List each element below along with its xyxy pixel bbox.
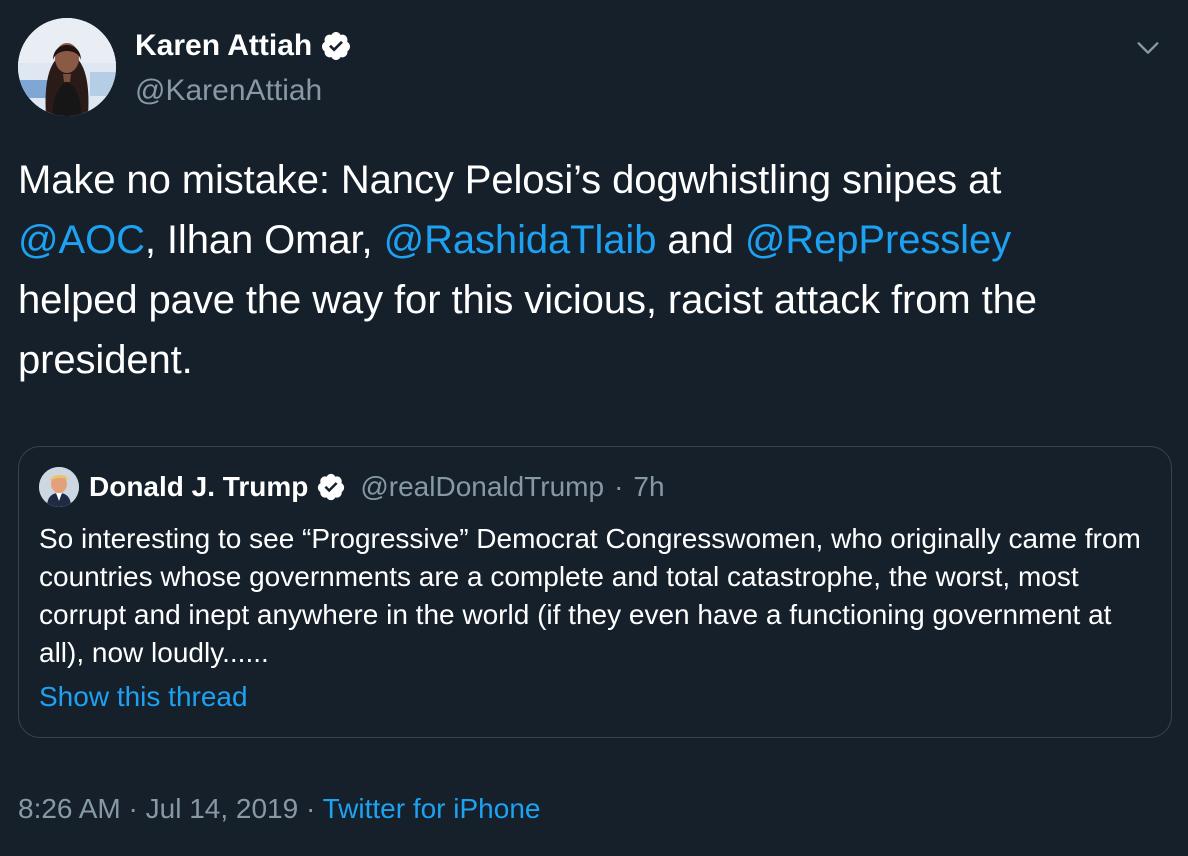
- tweet-time[interactable]: 8:26 AM: [18, 793, 121, 824]
- mention-aoc[interactable]: @AOC: [18, 218, 145, 262]
- meta-separator: ·: [305, 793, 316, 824]
- tweet-source-link[interactable]: Twitter for iPhone: [323, 793, 541, 824]
- meta-separator: ·: [614, 471, 624, 502]
- quoted-tweet-time[interactable]: 7h: [633, 467, 664, 507]
- quoted-tweet-header: Donald J. Trump @realDonaldTrump · 7h: [39, 467, 665, 507]
- tweet-text-segment: and: [656, 218, 745, 262]
- tweet-text-segment: , Ilhan Omar,: [144, 218, 384, 262]
- mention-rashida-tlaib[interactable]: @RashidaTlaib: [384, 218, 657, 262]
- tweet-footer: 8:26 AM · Jul 14, 2019 · Twitter for iPh…: [18, 788, 540, 830]
- chevron-down-icon[interactable]: [1134, 34, 1162, 62]
- verified-badge-icon: [322, 32, 351, 60]
- author-name[interactable]: Karen Attiah: [135, 26, 312, 66]
- quoted-tweet-text: So interesting to see “Progressive” Demo…: [39, 523, 1141, 668]
- tweet-date[interactable]: Jul 14, 2019: [146, 793, 299, 824]
- show-thread-link[interactable]: Show this thread: [39, 677, 248, 717]
- tweet-text-segment: helped pave the way for this vicious, ra…: [18, 278, 1037, 382]
- quoted-author-avatar[interactable]: [39, 467, 79, 507]
- mention-rep-pressley[interactable]: @RepPressley: [745, 218, 1011, 262]
- quoted-author-name[interactable]: Donald J. Trump: [89, 467, 308, 507]
- meta-separator: ·: [128, 793, 138, 824]
- profile-photo-icon: [18, 18, 116, 116]
- quoted-tweet-card[interactable]: Donald J. Trump @realDonaldTrump · 7h So…: [18, 446, 1172, 738]
- verified-badge-icon: [318, 473, 345, 501]
- tweet-text: Make no mistake: Nancy Pelosi’s dogwhist…: [18, 150, 1178, 390]
- quoted-author-handle[interactable]: @realDonaldTrump: [360, 467, 604, 507]
- author-name-row: Karen Attiah: [135, 26, 352, 66]
- tweet-text-segment: Make no mistake: Nancy Pelosi’s dogwhist…: [18, 158, 1002, 202]
- profile-photo-icon: [39, 467, 79, 507]
- tweet-header: Karen Attiah @KarenAttiah: [18, 18, 1170, 118]
- author-avatar[interactable]: [18, 18, 116, 116]
- author-handle[interactable]: @KarenAttiah: [135, 71, 322, 111]
